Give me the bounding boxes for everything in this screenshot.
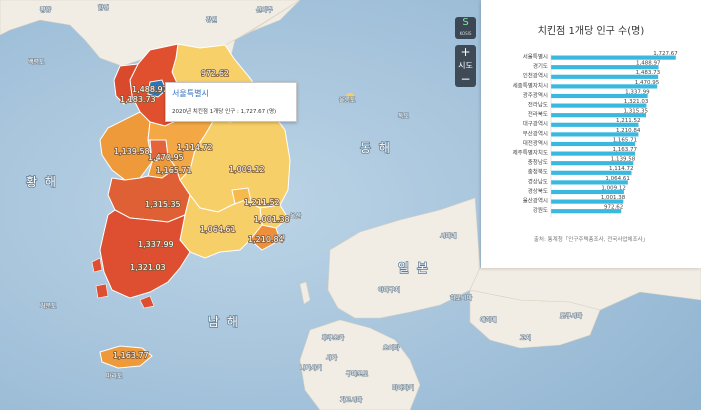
bar-value-label: 1,211.52 <box>616 118 641 124</box>
category-label: 충청북도 <box>528 168 548 176</box>
bar-value-label: 1,001.38 <box>601 195 626 201</box>
category-label: 광주광역시 <box>523 91 548 99</box>
label-saga: 사가 <box>326 354 338 362</box>
bar-value-label: 1,321.03 <box>624 99 649 105</box>
value-jeonbuk: 1,315.35 <box>145 200 181 209</box>
value-chungbuk: 1,114.72 <box>177 143 213 152</box>
label-north2: 강원 <box>206 16 217 24</box>
bar-chart: 서울특별시 1,727.67 경기도 1,488.97 인천광역시 1,483.73 세종특… <box>513 51 678 218</box>
label-south-sea: 남 해 <box>208 315 240 329</box>
category-label: 대전광역시 <box>523 139 548 147</box>
label-oita: 오이타 <box>383 344 400 352</box>
kosis-logo-text: KOSIS <box>459 31 472 36</box>
chart-panel: 치킨점 1개당 인구 수(명) 서울특별시 1,727.67 경기도 1,488.97… <box>481 0 701 268</box>
bar-value-label: 1,315.35 <box>623 109 648 115</box>
value-daegu: 1,211.52 <box>244 198 280 207</box>
label-yamaguchi: 야마구치 <box>378 286 400 294</box>
value-gyeongbuk: 1,009.12 <box>229 165 265 174</box>
zoom-control: S KOSIS + 시도 − <box>455 17 476 87</box>
zoom-in-button[interactable]: + <box>455 45 476 59</box>
label-north1: 함경 <box>98 4 109 12</box>
zoom-level-label: 시도 <box>455 59 476 73</box>
label-ulsan-place: 울산 <box>290 212 302 220</box>
label-ulleung: 울릉도 <box>339 97 356 104</box>
category-label: 대구광역시 <box>523 120 548 128</box>
category-label: 경기도 <box>533 62 548 70</box>
label-kochi: 고치 <box>520 334 531 342</box>
category-label: 전라북도 <box>528 110 548 118</box>
label-baengnyeong: 백령도 <box>28 58 45 66</box>
category-label: 울산광역시 <box>523 197 548 205</box>
label-east-sea: 동 해 <box>360 141 392 155</box>
bar-value-label: 1,163.77 <box>613 147 638 153</box>
value-gyeonggi: 1,488.97 <box>132 85 168 94</box>
value-daejeon: 1,165.71 <box>156 166 192 175</box>
value-gwangju: 1,337.99 <box>138 240 174 249</box>
value-gangwon: 972.62 <box>201 69 229 78</box>
bar-value-label: 1,064.61 <box>605 176 630 182</box>
label-miyazaki: 미야자키 <box>392 384 414 392</box>
value-jeonnam: 1,321.03 <box>130 263 166 272</box>
label-tokushima: 도쿠시마 <box>560 312 583 320</box>
category-label: 강원도 <box>533 206 548 214</box>
value-ulsan: 1,001.38 <box>254 215 290 224</box>
label-shimane: 시마네 <box>440 232 457 240</box>
value-incheon: 1,183.73 <box>120 95 156 104</box>
bar-value-label: 1,165.71 <box>613 137 638 143</box>
label-dokdo: 독도 <box>398 113 410 120</box>
label-nagasaki: 나가사키 <box>300 364 322 372</box>
label-kagoshima: 가고시마 <box>340 396 363 404</box>
bar-value-label: 1,488.97 <box>636 61 661 67</box>
value-chungnam: 1,139.58 <box>114 147 150 156</box>
label-geomundo: 거문도 <box>40 302 57 310</box>
bar-value-label: 972.62 <box>604 205 623 211</box>
label-hiroshima: 히로시마 <box>450 294 473 302</box>
label-north4: 평양 <box>40 6 52 14</box>
category-label: 경상남도 <box>528 177 548 185</box>
bar-value-label: 1,337.99 <box>625 89 650 95</box>
value-gyeongnam: 1,064.61 <box>200 225 236 234</box>
category-label: 경상북도 <box>528 187 548 195</box>
kosis-logo-button[interactable]: S KOSIS <box>455 17 476 39</box>
category-label: 인천광역시 <box>523 72 548 80</box>
bar-value-label: 1,483.73 <box>636 70 661 76</box>
category-label: 부산광역시 <box>523 129 548 137</box>
category-label: 충청남도 <box>528 158 548 166</box>
label-kumamoto: 구마모토 <box>346 370 369 378</box>
bar-value-label: 1,727.67 <box>653 51 678 57</box>
label-fukuoka: 후쿠오카 <box>322 334 345 342</box>
source-note: 출처: 통계청「인구주택총조사, 전국사업체조사」 <box>533 237 649 243</box>
bar-value-label: 1,009.12 <box>601 185 626 191</box>
value-busan: 1,210.84 <box>248 235 284 244</box>
category-label: 전라남도 <box>528 101 548 109</box>
tooltip-title: 서울특별시 <box>172 89 209 98</box>
tooltip-body: 2020년 치킨점 1개당 인구 : 1,727.67 (명) <box>172 109 277 115</box>
label-yellow-sea: 황 해 <box>26 175 58 189</box>
bar-value-label: 1,210.84 <box>616 128 641 134</box>
label-japan: 일 본 <box>398 261 430 275</box>
value-sejong: 1,470.95 <box>148 153 184 162</box>
bar-value-label: 1,139.58 <box>611 157 636 163</box>
label-ehime: 에히메 <box>480 316 497 324</box>
label-marado: 마라도 <box>106 372 123 380</box>
category-label: 세종특별자치시 <box>513 81 548 89</box>
bar-value-label: 1,114.72 <box>609 166 634 172</box>
category-label: 제주특별자치도 <box>513 149 548 157</box>
value-jeju: 1,163.77 <box>113 351 149 360</box>
region-tooltip: 서울특별시 2020년 치킨점 1개당 인구 : 1,727.67 (명) <box>165 82 297 122</box>
bar-value-label: 1,470.95 <box>635 80 660 86</box>
category-label: 서울특별시 <box>523 53 548 61</box>
zoom-out-button[interactable]: − <box>455 73 476 87</box>
chart-title: 치킨점 1개당 인구 수(명) <box>537 26 645 37</box>
label-north3: 신의주 <box>256 6 273 14</box>
kosis-logo-icon: S <box>462 17 469 28</box>
